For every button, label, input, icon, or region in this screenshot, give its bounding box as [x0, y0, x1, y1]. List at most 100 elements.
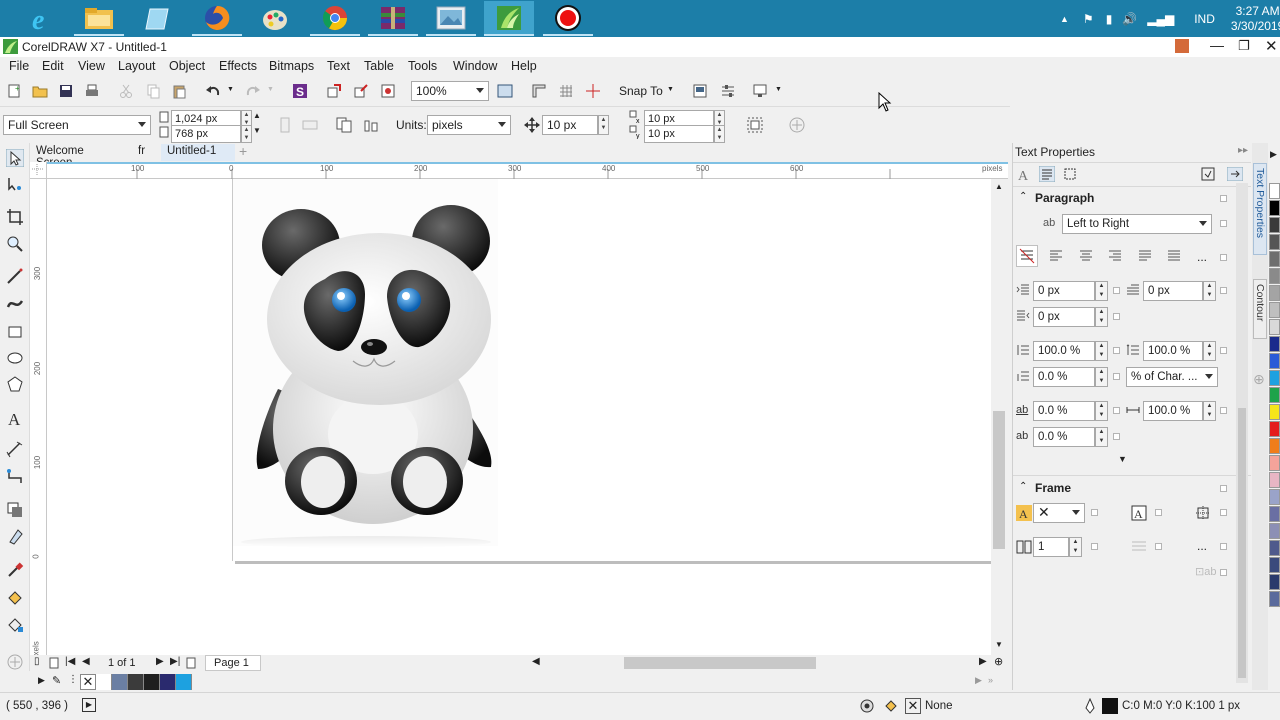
- add-tab-icon[interactable]: +: [239, 143, 247, 159]
- export-icon[interactable]: [353, 83, 369, 99]
- connector-tool-icon[interactable]: [6, 468, 24, 486]
- page-height-field[interactable]: 768 px: [171, 125, 241, 143]
- frame-size-checkbox[interactable]: [1220, 509, 1227, 516]
- language-spacing-field[interactable]: 0.0 %: [1033, 401, 1095, 421]
- horizontal-scroll-thumb[interactable]: [624, 657, 816, 669]
- first-line-indent-checkbox[interactable]: [1220, 287, 1227, 294]
- first-line-indent-spinner[interactable]: ▲ ▼: [1203, 281, 1216, 301]
- zoom-tool-icon[interactable]: [6, 235, 24, 253]
- first-line-indent-field[interactable]: 0 px: [1143, 281, 1203, 301]
- snap-to-menu[interactable]: Snap To: [619, 84, 663, 98]
- menu-file[interactable]: File: [9, 59, 29, 73]
- open-folder-icon[interactable]: [32, 83, 48, 99]
- palette-expand-icon[interactable]: ▶: [38, 675, 45, 686]
- prev-page-icon[interactable]: ◀: [82, 656, 90, 667]
- rectangle-tool-icon[interactable]: [6, 323, 24, 341]
- paint-icon[interactable]: [250, 1, 300, 36]
- launcher-dropdown-icon[interactable]: ▼: [775, 86, 782, 93]
- show-rulers-icon[interactable]: [531, 83, 547, 99]
- word-spacing-checkbox[interactable]: [1220, 407, 1227, 414]
- scroll-down-icon[interactable]: ▼: [995, 640, 1003, 649]
- clock[interactable]: 3:27 AM 3/30/2019: [1231, 4, 1280, 34]
- zoom-fit-icon[interactable]: ⊕: [994, 655, 1003, 668]
- network-icon[interactable]: ▂▄▆: [1147, 12, 1174, 26]
- menu-edit[interactable]: Edit: [42, 59, 64, 73]
- color-swatch[interactable]: [160, 674, 176, 690]
- redo-dropdown-icon[interactable]: ▼: [267, 86, 274, 93]
- ellipse-tool-icon[interactable]: [6, 349, 24, 367]
- vertical-align-icon[interactable]: ⊡ab: [1195, 565, 1216, 578]
- docker-arrow-icon[interactable]: [1227, 167, 1243, 181]
- after-paragraph-field[interactable]: 0.0 %: [1033, 427, 1095, 447]
- color-swatch[interactable]: [1269, 200, 1280, 216]
- color-swatch[interactable]: [1269, 387, 1280, 403]
- color-swatch[interactable]: [1269, 370, 1280, 386]
- color-swatch[interactable]: [1269, 557, 1280, 573]
- freehand-tool-icon[interactable]: [6, 268, 24, 286]
- copy-icon[interactable]: [145, 83, 161, 99]
- menu-bitmaps[interactable]: Bitmaps: [269, 59, 314, 73]
- color-swatch[interactable]: [128, 674, 144, 690]
- fill-none-swatch[interactable]: ✕: [905, 698, 921, 714]
- next-page-icon[interactable]: ▶: [156, 656, 164, 667]
- after-paragraph-spinner[interactable]: ▲ ▼: [1095, 427, 1108, 447]
- color-swatch[interactable]: [1269, 591, 1280, 607]
- before-paragraph-checkbox[interactable]: [1113, 373, 1120, 380]
- volume-icon[interactable]: 🔊: [1122, 12, 1137, 26]
- language-spacing-spinner[interactable]: ▲ ▼: [1095, 401, 1108, 421]
- columns-field[interactable]: 1: [1033, 537, 1069, 557]
- vertical-scrollbar[interactable]: ▲ ▼: [991, 179, 1008, 657]
- firefox-icon[interactable]: [192, 1, 242, 36]
- column-settings-checkbox[interactable]: [1155, 543, 1162, 550]
- undo-dropdown-icon[interactable]: ▼: [227, 86, 234, 93]
- language-indicator[interactable]: IND: [1194, 12, 1215, 26]
- language-spacing-checkbox[interactable]: [1113, 407, 1120, 414]
- line-spacing-spinner[interactable]: ▲ ▼: [1095, 341, 1108, 361]
- current-page-icon[interactable]: [363, 117, 379, 133]
- color-swatch[interactable]: [1269, 574, 1280, 590]
- frame-tab-icon[interactable]: [1063, 167, 1077, 181]
- color-swatch[interactable]: [176, 674, 192, 690]
- recorder-icon[interactable]: [543, 1, 593, 36]
- palette-expand-all-icon[interactable]: »: [988, 675, 993, 685]
- artistic-media-icon[interactable]: [6, 295, 24, 313]
- drop-shadow-tool-icon[interactable]: [6, 501, 24, 519]
- scroll-right-icon[interactable]: ▶: [979, 656, 987, 667]
- show-grid-icon[interactable]: [558, 83, 574, 99]
- frame-lock-checkbox[interactable]: [1220, 485, 1227, 492]
- print-icon[interactable]: [84, 83, 100, 99]
- line-spacing-checkbox[interactable]: [1113, 347, 1120, 354]
- paragraph-collapse-icon[interactable]: ⌃: [1019, 191, 1027, 202]
- ruler-origin[interactable]: [30, 162, 47, 179]
- vertical-align-checkbox[interactable]: [1220, 569, 1227, 576]
- undo-icon[interactable]: [205, 83, 221, 99]
- color-management-icon[interactable]: [860, 699, 874, 713]
- char-spacing-spinner[interactable]: ▲ ▼: [1203, 341, 1216, 361]
- columns-spinner[interactable]: ▲ ▼: [1069, 537, 1082, 557]
- options-icon[interactable]: [720, 83, 736, 99]
- docker-scroll-thumb[interactable]: [1238, 408, 1246, 678]
- menu-help[interactable]: Help: [511, 59, 537, 73]
- color-swatch[interactable]: [1269, 472, 1280, 488]
- save-icon[interactable]: [58, 83, 74, 99]
- direction-checkbox[interactable]: [1220, 220, 1227, 227]
- document-page[interactable]: [232, 179, 992, 561]
- no-color-swatch[interactable]: ✕: [80, 674, 96, 690]
- chrome-icon[interactable]: [310, 1, 360, 36]
- palette-scroll-up-icon[interactable]: ▶: [1270, 149, 1277, 160]
- file-explorer-icon[interactable]: [74, 1, 124, 36]
- menu-layout[interactable]: Layout: [118, 59, 156, 73]
- full-screen-preview-icon[interactable]: [497, 83, 513, 99]
- import-icon[interactable]: [326, 83, 342, 99]
- alignment-checkbox[interactable]: [1220, 254, 1227, 261]
- left-indent-field[interactable]: 0 px: [1033, 281, 1095, 301]
- bleed-options-icon[interactable]: [746, 116, 764, 134]
- close-button[interactable]: ✕: [1265, 37, 1278, 55]
- left-indent-spinner[interactable]: ▲ ▼: [1095, 281, 1108, 301]
- frame-more-checkbox[interactable]: [1220, 543, 1227, 550]
- after-paragraph-checkbox[interactable]: [1113, 433, 1120, 440]
- right-indent-field[interactable]: 0 px: [1033, 307, 1095, 327]
- color-eyedropper-icon[interactable]: [6, 561, 24, 579]
- duplicate-y-spinner[interactable]: ▲ ▼: [714, 125, 725, 143]
- last-page-icon[interactable]: ▶|: [170, 656, 180, 667]
